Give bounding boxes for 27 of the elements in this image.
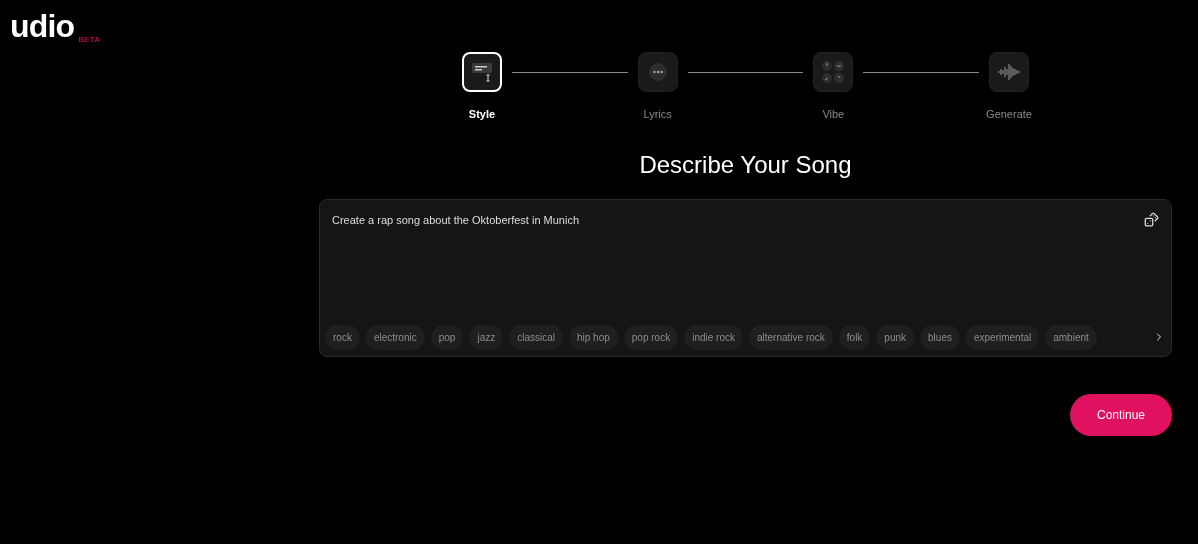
genre-tag[interactable]: blues (920, 324, 960, 350)
dice-icon[interactable] (1144, 211, 1159, 227)
genre-tag[interactable]: pop (430, 324, 464, 350)
genre-tag[interactable]: electronic (365, 324, 425, 350)
genre-tag[interactable]: hip hop (569, 324, 618, 350)
logo-wordmark: udio (10, 10, 75, 42)
knobs-icon (820, 59, 847, 85)
genre-tag[interactable]: jazz (469, 324, 504, 350)
text-lines-icon (470, 60, 494, 84)
genre-tag[interactable]: rock (325, 324, 360, 350)
genre-tag[interactable]: folk (838, 324, 871, 350)
step-tab[interactable]: Style (452, 52, 512, 123)
page-heading: Describe Your Song (639, 149, 852, 180)
waveform-icon (997, 63, 1021, 81)
genre-tag[interactable]: pop rock (623, 324, 679, 350)
chat-bubble-icon (646, 61, 669, 83)
step-tab[interactable]: Generate (979, 52, 1039, 123)
genre-tag[interactable]: alternative rock (749, 324, 833, 350)
genre-tag[interactable]: punk (876, 324, 915, 350)
step-tab[interactable]: Vibe (803, 52, 864, 123)
genre-tag[interactable]: experimental (965, 324, 1040, 350)
genre-tag[interactable]: indie rock (684, 324, 743, 350)
continue-button[interactable]: Continue (1070, 393, 1172, 436)
beta-label: BETA (78, 34, 101, 46)
genre-tag[interactable]: classical (509, 324, 563, 350)
step-tab[interactable]: Lyrics (627, 52, 688, 123)
genre-tag[interactable]: ambient (1045, 324, 1097, 350)
